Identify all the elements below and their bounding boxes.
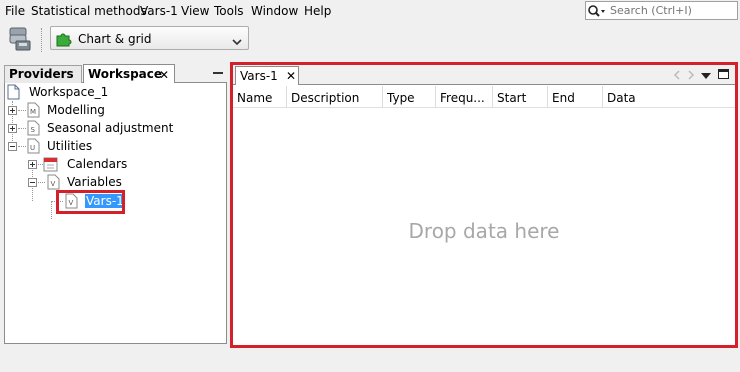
utilities-icon: U	[27, 138, 40, 157]
scroll-right-icon[interactable]	[687, 69, 695, 83]
database-icon[interactable]	[7, 26, 33, 55]
data-table-header: Name Description Type Frequ... Start End…	[233, 86, 735, 108]
tab-list-dropdown-icon[interactable]	[701, 69, 711, 83]
collapse-icon[interactable]	[28, 178, 37, 187]
seasonal-adjustment-icon: S	[27, 120, 40, 139]
toolbar: Chart & grid	[0, 22, 740, 60]
toolbar-grip	[41, 28, 43, 52]
tree-connector	[18, 128, 26, 129]
tab-providers-label: Providers	[9, 67, 74, 81]
close-icon[interactable]: ✕	[159, 68, 169, 82]
scroll-left-icon[interactable]	[673, 69, 681, 83]
tree-item-utilities[interactable]: U Utilities	[7, 138, 157, 154]
menu-vars-1[interactable]: Vars-1	[140, 4, 178, 18]
expand-icon[interactable]	[28, 160, 37, 169]
calendar-icon	[43, 156, 58, 175]
menu-tools[interactable]: Tools	[214, 4, 244, 18]
menu-bar: File Statistical methods Vars-1 View Too…	[0, 0, 740, 22]
tab-workspace-label: Workspace	[88, 67, 163, 81]
chevron-down-icon	[232, 35, 242, 49]
expand-icon[interactable]	[8, 106, 17, 115]
drop-zone-message: Drop data here	[408, 219, 560, 243]
column-header-data[interactable]: Data	[603, 86, 735, 108]
collapse-icon[interactable]	[8, 142, 17, 151]
document-panel: Vars-1 ✕ Name Description Type Frequ... …	[230, 62, 738, 348]
column-header-frequency[interactable]: Frequ...	[436, 86, 493, 108]
svg-text:M: M	[30, 108, 36, 116]
tree-label: Utilities	[47, 139, 93, 153]
highlight-frame-vars-1	[56, 190, 125, 214]
menu-window[interactable]: Window	[251, 4, 298, 18]
svg-text:U: U	[30, 144, 35, 152]
svg-text:S: S	[31, 126, 36, 134]
tree-item-calendars[interactable]: Calendars	[27, 156, 177, 172]
tab-navigation	[665, 68, 733, 82]
maximize-icon[interactable]	[718, 68, 729, 82]
column-header-start[interactable]: Start	[493, 86, 548, 108]
column-header-type[interactable]: Type	[383, 86, 436, 108]
status-bar	[0, 348, 740, 372]
tree-item-variables[interactable]: V Variables	[27, 174, 177, 190]
tree-label: Workspace_1	[29, 85, 109, 99]
svg-text:V: V	[51, 180, 56, 188]
tree-item-modelling[interactable]: M Modelling	[7, 102, 157, 118]
puzzle-icon	[55, 30, 73, 51]
search-icon[interactable]	[586, 2, 608, 19]
tab-vars-1[interactable]: Vars-1 ✕	[235, 66, 299, 85]
menu-file[interactable]: File	[5, 4, 25, 18]
minimize-icon[interactable]	[213, 72, 223, 74]
menu-view[interactable]: View	[181, 4, 209, 18]
document-icon	[7, 84, 20, 103]
explorer-tab-row: Providers Workspace ✕	[4, 64, 227, 84]
tree-label: Seasonal adjustment	[47, 121, 174, 135]
tree-label: Modelling	[47, 103, 105, 117]
tree-connector	[38, 182, 45, 183]
column-header-end[interactable]: End	[548, 86, 603, 108]
search-box[interactable]	[585, 1, 738, 20]
tree-item-seasonal-adjustment[interactable]: S Seasonal adjustment	[7, 120, 197, 136]
tab-vars-1-label: Vars-1	[240, 69, 278, 83]
column-header-description[interactable]: Description	[287, 86, 383, 108]
expand-icon[interactable]	[8, 124, 17, 133]
document-tab-row: Vars-1 ✕	[233, 65, 735, 85]
menu-help[interactable]: Help	[304, 4, 331, 18]
tab-providers[interactable]: Providers	[4, 65, 82, 83]
tree-label: Variables	[67, 175, 122, 189]
menu-statistical-methods[interactable]: Statistical methods	[31, 4, 147, 18]
close-icon[interactable]: ✕	[286, 69, 296, 83]
tree-connector	[18, 110, 26, 111]
modelling-icon: M	[27, 102, 40, 121]
column-header-name[interactable]: Name	[233, 86, 287, 108]
tree-connector	[18, 146, 26, 147]
view-mode-value: Chart & grid	[78, 32, 152, 46]
tree-label: Calendars	[67, 157, 128, 171]
search-input[interactable]	[608, 3, 733, 18]
tree-root-workspace[interactable]: Workspace_1	[7, 84, 127, 100]
view-mode-dropdown[interactable]: Chart & grid	[50, 26, 249, 50]
tab-workspace[interactable]: Workspace ✕	[83, 64, 175, 84]
